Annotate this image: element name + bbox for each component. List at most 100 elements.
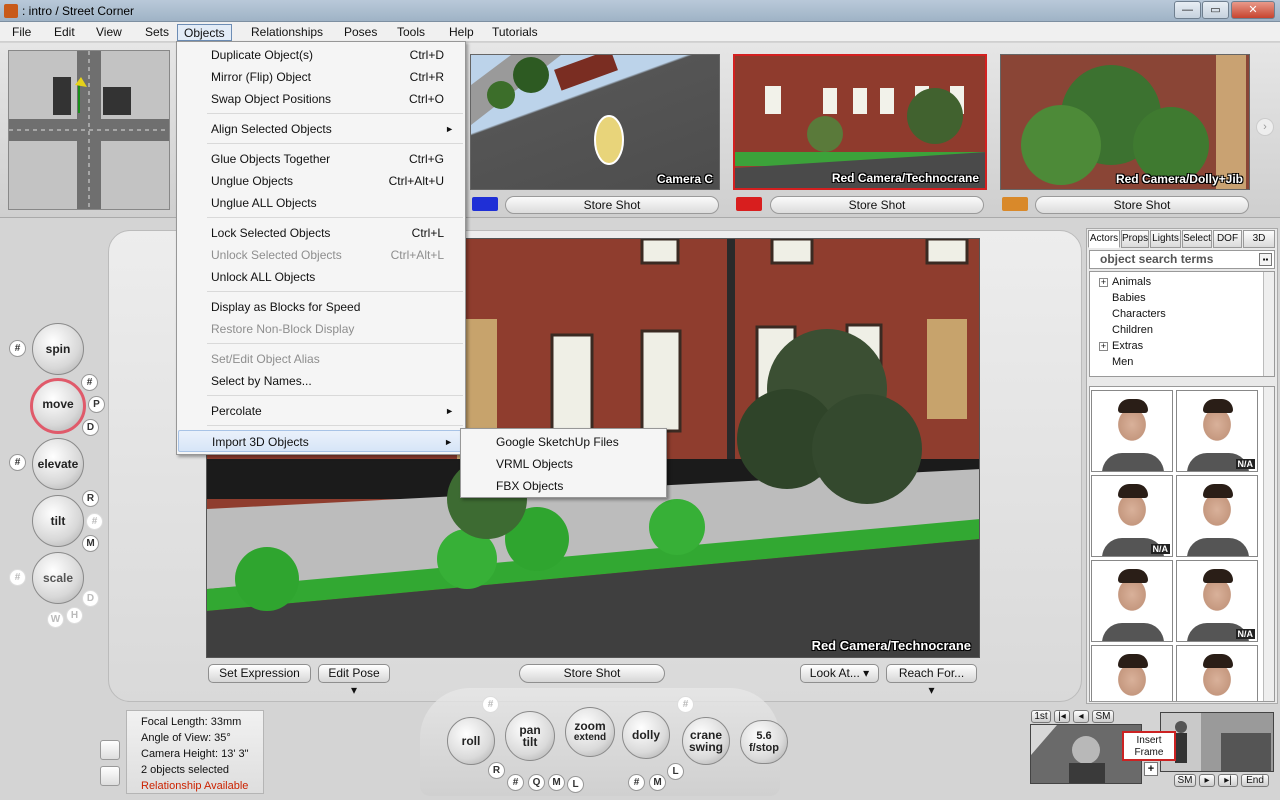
- roll-r-toggle[interactable]: R: [488, 762, 505, 779]
- actor-thumbnail[interactable]: N/A: [1176, 560, 1258, 642]
- actor-thumbnail[interactable]: [1091, 645, 1173, 701]
- move-grid-toggle[interactable]: #: [81, 374, 98, 391]
- add-frame-icon[interactable]: +: [1144, 762, 1158, 776]
- menu-item-vrml-objects[interactable]: VRML Objects: [462, 453, 665, 475]
- sm-button-top[interactable]: SM: [1092, 710, 1114, 723]
- tree-item-characters[interactable]: Characters: [1112, 307, 1166, 321]
- menu-help[interactable]: Help: [443, 24, 480, 41]
- scale-d-toggle[interactable]: D: [82, 590, 99, 607]
- pan-q-toggle[interactable]: Q: [528, 774, 545, 791]
- tree-item-animals[interactable]: Animals: [1112, 275, 1151, 289]
- menu-relationships[interactable]: Relationships: [245, 24, 329, 41]
- roll-grid-toggle[interactable]: #: [482, 696, 499, 713]
- tree-scrollbar[interactable]: [1263, 272, 1274, 376]
- maximize-button[interactable]: ▭: [1202, 1, 1229, 19]
- actor-thumbnail[interactable]: [1176, 475, 1258, 557]
- look-at-button[interactable]: Look At... ▾: [800, 664, 879, 683]
- menu-objects[interactable]: Objects: [177, 24, 232, 41]
- tab-dof[interactable]: DOF: [1213, 230, 1242, 248]
- insert-frame-button[interactable]: Insert Frame: [1122, 731, 1176, 761]
- menu-sets[interactable]: Sets: [139, 24, 175, 41]
- scale-h-toggle[interactable]: H: [66, 607, 83, 624]
- menu-item-unglue-objects[interactable]: Unglue Objects Ctrl+Alt+U: [178, 170, 464, 192]
- timeline-next-frame-thumbnail[interactable]: [1160, 712, 1274, 772]
- tree-item-children[interactable]: Children: [1112, 323, 1153, 337]
- move-control[interactable]: move: [30, 378, 86, 434]
- tree-item-men[interactable]: Men: [1112, 355, 1133, 369]
- grid-scrollbar[interactable]: [1263, 387, 1274, 701]
- tree-item-extras[interactable]: Extras: [1112, 339, 1143, 353]
- menu-item-align-selected-objects[interactable]: Align Selected Objects ►: [178, 118, 464, 140]
- minimize-button[interactable]: —: [1174, 1, 1201, 19]
- dolly-jib-thumbnail[interactable]: Red Camera/Dolly+Jib: [1000, 54, 1250, 190]
- crane-swing-control[interactable]: crane swing: [682, 717, 730, 765]
- store-shot-button-camera-c[interactable]: Store Shot: [505, 196, 719, 214]
- sm-button-bottom[interactable]: SM: [1174, 774, 1196, 787]
- menu-item-percolate[interactable]: Percolate ►: [178, 400, 464, 422]
- menu-item-unlock-all-objects[interactable]: Unlock ALL Objects: [178, 266, 464, 288]
- menu-poses[interactable]: Poses: [338, 24, 383, 41]
- tab-3d[interactable]: 3D: [1243, 230, 1275, 248]
- tilt-grid-toggle[interactable]: #: [86, 513, 103, 530]
- dolly-control[interactable]: dolly: [622, 711, 670, 759]
- menu-item-google-sketchup-files[interactable]: Google SketchUp Files: [462, 431, 665, 453]
- scale-grid-toggle[interactable]: #: [9, 569, 26, 586]
- close-button[interactable]: ✕: [1231, 1, 1275, 19]
- camera-c-thumbnail[interactable]: Camera C: [470, 54, 720, 190]
- pan-l-toggle[interactable]: L: [567, 776, 584, 793]
- menu-tools[interactable]: Tools: [391, 24, 431, 41]
- store-shot-button-dolly-jib[interactable]: Store Shot: [1035, 196, 1249, 214]
- roll-control[interactable]: roll: [447, 717, 495, 765]
- scale-w-toggle[interactable]: W: [47, 611, 64, 628]
- menu-item-select-by-names[interactable]: Select by Names...: [178, 370, 464, 392]
- tab-lights[interactable]: Lights: [1150, 230, 1181, 248]
- spin-control[interactable]: spin: [32, 323, 84, 375]
- fstop-control[interactable]: 5.6 f/stop: [740, 720, 788, 764]
- expand-extras-icon[interactable]: +: [1099, 342, 1108, 351]
- overhead-map[interactable]: [8, 50, 170, 210]
- info-copy-icon[interactable]: [100, 740, 120, 760]
- tilt-m-toggle[interactable]: M: [82, 535, 99, 552]
- move-d-toggle[interactable]: D: [82, 419, 99, 436]
- crane-grid-toggle[interactable]: #: [677, 696, 694, 713]
- prev-keyframe-icon[interactable]: |◂: [1054, 710, 1070, 723]
- spin-grid-toggle[interactable]: #: [9, 340, 26, 357]
- search-options-icon[interactable]: ▪▪: [1259, 253, 1272, 266]
- expand-animals-icon[interactable]: +: [1099, 278, 1108, 287]
- set-expression-button[interactable]: Set Expression: [208, 664, 311, 683]
- tab-props[interactable]: Props: [1121, 230, 1149, 248]
- actor-thumbnail[interactable]: [1091, 390, 1173, 472]
- menu-item-glue-objects-together[interactable]: Glue Objects Together Ctrl+G: [178, 148, 464, 170]
- first-frame-button[interactable]: 1st: [1031, 710, 1051, 723]
- store-shot-button-technocrane[interactable]: Store Shot: [770, 196, 984, 214]
- object-search-input[interactable]: object search terms: [1089, 250, 1275, 269]
- tab-select[interactable]: Select: [1182, 230, 1212, 248]
- elevate-grid-toggle[interactable]: #: [9, 454, 26, 471]
- dolly-grid-toggle[interactable]: #: [628, 774, 645, 791]
- menu-item-swap-object-positions[interactable]: Swap Object Positions Ctrl+O: [178, 88, 464, 110]
- actor-thumbnail[interactable]: N/A: [1176, 390, 1258, 472]
- prev-frame-icon[interactable]: ◂: [1073, 710, 1089, 723]
- menu-item-duplicate-objects[interactable]: Duplicate Object(s) Ctrl+D: [178, 44, 464, 66]
- next-camera-arrow-icon[interactable]: ›: [1256, 118, 1274, 136]
- actor-thumbnail[interactable]: N/A: [1091, 475, 1173, 557]
- pan-m-toggle[interactable]: M: [548, 774, 565, 791]
- actor-thumbnail[interactable]: [1091, 560, 1173, 642]
- next-keyframe-icon[interactable]: ▸|: [1218, 774, 1238, 787]
- menu-tutorials[interactable]: Tutorials: [486, 24, 544, 41]
- actor-thumbnail[interactable]: [1176, 645, 1258, 701]
- move-p-toggle[interactable]: P: [88, 396, 105, 413]
- menu-file[interactable]: File: [6, 24, 37, 41]
- pan-grid-toggle[interactable]: #: [507, 774, 524, 791]
- zoom-extend-control[interactable]: zoom extend: [565, 707, 615, 757]
- tree-item-babies[interactable]: Babies: [1112, 291, 1146, 305]
- menu-edit[interactable]: Edit: [48, 24, 81, 41]
- end-frame-button[interactable]: End: [1241, 774, 1269, 787]
- tab-actors[interactable]: Actors: [1088, 230, 1120, 248]
- technocrane-thumbnail[interactable]: Red Camera/Technocrane: [733, 54, 987, 190]
- menu-item-import-3d-objects[interactable]: Import 3D Objects ►: [178, 430, 464, 452]
- reach-for-button[interactable]: Reach For... ▾: [886, 664, 977, 697]
- tilt-r-toggle[interactable]: R: [82, 490, 99, 507]
- tilt-control[interactable]: tilt: [32, 495, 84, 547]
- menu-item-unglue-all-objects[interactable]: Unglue ALL Objects: [178, 192, 464, 214]
